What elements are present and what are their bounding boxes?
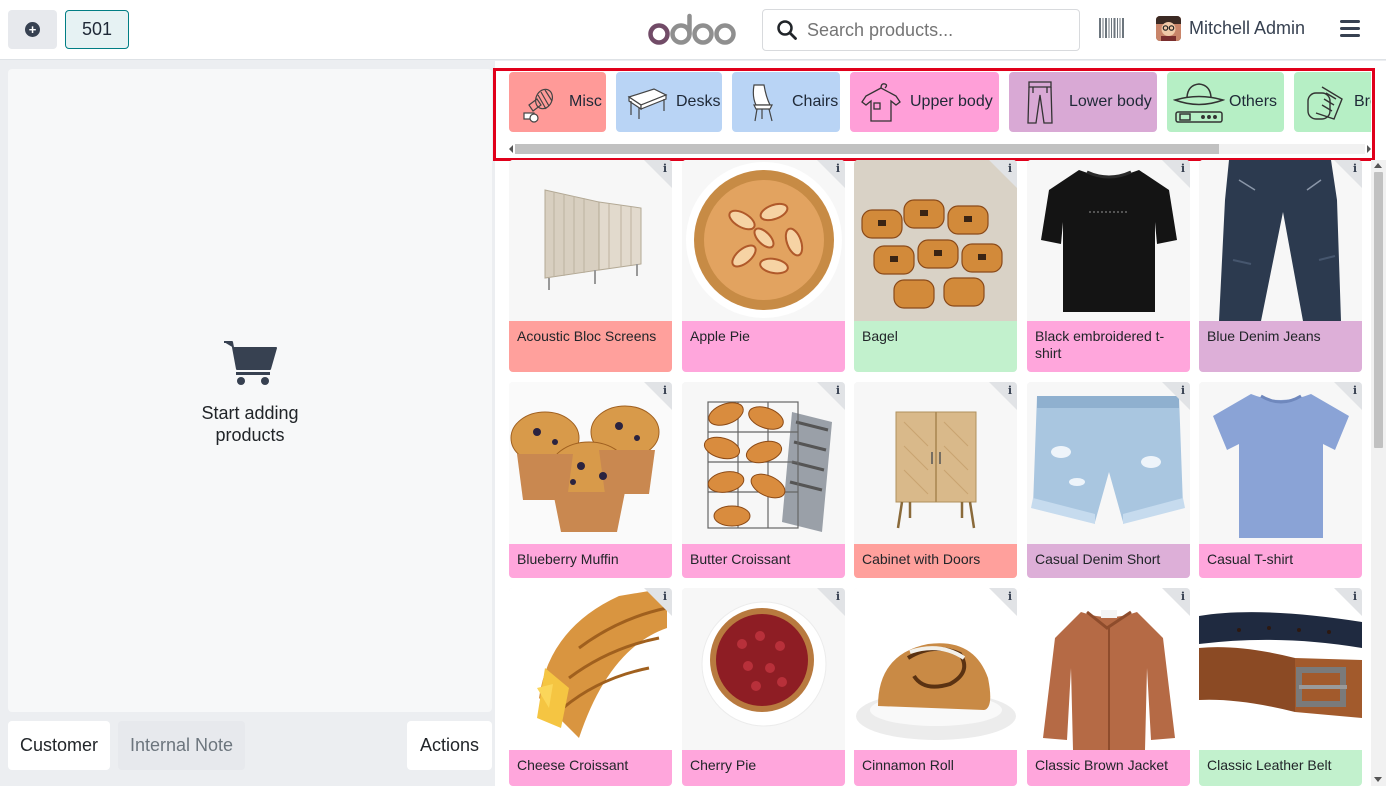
product-name: Acoustic Bloc Screens xyxy=(509,321,672,372)
product-info-corner[interactable] xyxy=(1162,160,1190,188)
new-order-button[interactable]: + xyxy=(8,10,57,49)
product-card[interactable]: Apple Pie i xyxy=(682,160,845,372)
info-icon[interactable]: i xyxy=(836,590,840,603)
info-icon[interactable]: i xyxy=(836,384,840,397)
product-name: Casual T-shirt xyxy=(1199,544,1362,578)
empty-cart-placeholder: Start adding products xyxy=(8,339,492,446)
scroll-up-arrow-icon[interactable] xyxy=(1374,163,1382,168)
user-name: Mitchell Admin xyxy=(1189,18,1306,38)
info-icon[interactable]: i xyxy=(663,384,667,397)
info-icon[interactable]: i xyxy=(1008,384,1012,397)
product-name: Cheese Croissant xyxy=(509,750,672,786)
product-card[interactable]: Black embroidered t-shirt i xyxy=(1027,160,1190,372)
scrollbar-thumb[interactable] xyxy=(1374,172,1383,448)
product-info-corner[interactable] xyxy=(817,382,845,410)
avatar xyxy=(1156,16,1181,41)
product-card[interactable]: Casual T-shirt i xyxy=(1199,382,1362,578)
top-bar: + 501 Search products... Mitchell Admin xyxy=(0,0,1386,60)
product-card[interactable]: Blueberry Muffin i xyxy=(509,382,672,578)
order-tab[interactable]: 501 xyxy=(65,10,129,49)
product-card[interactable]: Cabinet with Doors i xyxy=(854,382,1017,578)
scroll-down-arrow-icon[interactable] xyxy=(1374,777,1382,782)
product-grid-scrollbar[interactable] xyxy=(1371,160,1386,786)
product-name: Classic Brown Jacket xyxy=(1027,750,1190,786)
product-card[interactable]: Butter Croissant i xyxy=(682,382,845,578)
product-info-corner[interactable] xyxy=(989,160,1017,188)
empty-message-line-2: products xyxy=(215,425,285,445)
hamburger-menu-icon[interactable] xyxy=(1340,20,1360,38)
odoo-logo xyxy=(648,13,736,45)
product-info-corner[interactable] xyxy=(1334,382,1362,410)
product-name: Apple Pie xyxy=(682,321,845,372)
product-info-corner[interactable] xyxy=(1162,382,1190,410)
product-card[interactable]: Classic Brown Jacket i xyxy=(1027,588,1190,786)
user-menu[interactable]: Mitchell Admin xyxy=(1156,16,1305,41)
product-name: Bagel xyxy=(854,321,1017,372)
product-name: Cinnamon Roll xyxy=(854,750,1017,786)
search-input[interactable] xyxy=(807,19,1067,41)
product-info-corner[interactable] xyxy=(644,588,672,616)
order-lines-panel: Start adding products xyxy=(8,69,492,712)
product-info-corner[interactable] xyxy=(989,588,1017,616)
info-icon[interactable]: i xyxy=(1181,162,1185,175)
barcode-icon[interactable] xyxy=(1099,18,1125,38)
category-highlight-box xyxy=(493,68,1375,161)
product-name: Blue Denim Jeans xyxy=(1199,321,1362,372)
product-name: Cherry Pie xyxy=(682,750,845,786)
info-icon[interactable]: i xyxy=(1181,384,1185,397)
product-grid: Acoustic Bloc Screens i Apple Pie i Bage… xyxy=(509,160,1363,786)
product-name: Casual Denim Short xyxy=(1027,544,1190,578)
product-name: Cabinet with Doors xyxy=(854,544,1017,578)
product-info-corner[interactable] xyxy=(1334,160,1362,188)
plus-icon: + xyxy=(25,22,40,37)
product-info-corner[interactable] xyxy=(644,382,672,410)
product-card[interactable]: Cherry Pie i xyxy=(682,588,845,786)
info-icon[interactable]: i xyxy=(836,162,840,175)
info-icon[interactable]: i xyxy=(1353,384,1357,397)
product-info-corner[interactable] xyxy=(817,160,845,188)
product-name: Classic Leather Belt xyxy=(1199,750,1362,786)
info-icon[interactable]: i xyxy=(1353,590,1357,603)
product-name: Butter Croissant xyxy=(682,544,845,578)
product-card[interactable]: Cinnamon Roll i xyxy=(854,588,1017,786)
product-info-corner[interactable] xyxy=(817,588,845,616)
info-icon[interactable]: i xyxy=(1181,590,1185,603)
product-card[interactable]: Bagel i xyxy=(854,160,1017,372)
product-name: Black embroidered t-shirt xyxy=(1027,321,1190,372)
product-card[interactable]: Blue Denim Jeans i xyxy=(1199,160,1362,372)
product-info-corner[interactable] xyxy=(989,382,1017,410)
info-icon[interactable]: i xyxy=(1353,162,1357,175)
product-search-bar[interactable] xyxy=(762,9,1080,51)
product-card[interactable]: Classic Leather Belt i xyxy=(1199,588,1362,786)
info-icon[interactable]: i xyxy=(663,590,667,603)
product-info-corner[interactable] xyxy=(1334,588,1362,616)
product-name: Blueberry Muffin xyxy=(509,544,672,578)
actions-button[interactable]: Actions xyxy=(407,721,492,770)
product-info-corner[interactable] xyxy=(1162,588,1190,616)
empty-message-line-1: Start adding xyxy=(201,403,299,423)
internal-note-button[interactable]: Internal Note xyxy=(118,721,245,770)
product-card[interactable]: Cheese Croissant i xyxy=(509,588,672,786)
product-card[interactable]: Casual Denim Short i xyxy=(1027,382,1190,578)
product-card[interactable]: Acoustic Bloc Screens i xyxy=(509,160,672,372)
product-info-corner[interactable] xyxy=(644,160,672,188)
customer-button[interactable]: Customer xyxy=(8,721,110,770)
shopping-cart-icon xyxy=(224,341,277,385)
search-icon xyxy=(777,20,797,40)
info-icon[interactable]: i xyxy=(1008,590,1012,603)
info-icon[interactable]: i xyxy=(663,162,667,175)
info-icon[interactable]: i xyxy=(1008,162,1012,175)
